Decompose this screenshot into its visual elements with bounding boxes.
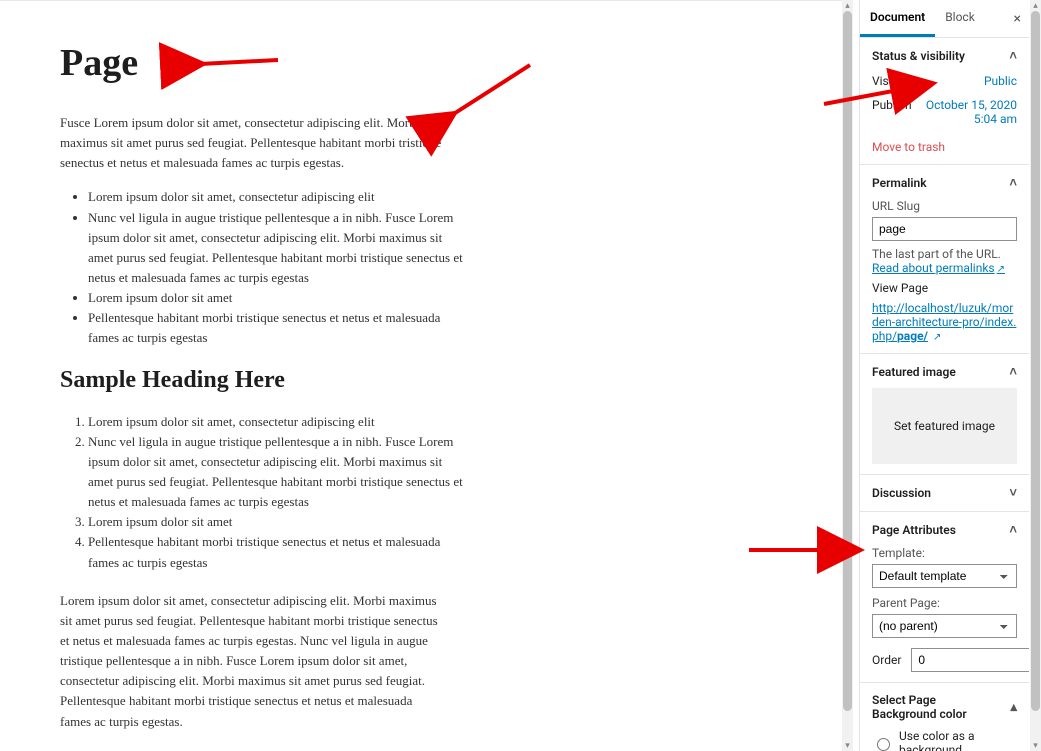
scroll-up-icon[interactable]: ▴: [842, 0, 853, 11]
tab-document[interactable]: Document: [860, 0, 935, 37]
numbered-list[interactable]: Lorem ipsum dolor sit amet, consectetur …: [60, 412, 510, 573]
settings-sidebar: Document Block × Status & visibility ˄ V…: [859, 0, 1029, 751]
visibility-value[interactable]: Public: [984, 74, 1017, 88]
panel-title: Permalink: [872, 176, 927, 190]
tab-block[interactable]: Block: [935, 0, 985, 37]
editor-canvas: Page Fusce Lorem ipsum dolor sit amet, c…: [0, 0, 853, 751]
editor-scrollbar[interactable]: ▴ ▾: [842, 0, 853, 751]
set-featured-image-button[interactable]: Set featured image: [872, 388, 1017, 464]
list-item[interactable]: Lorem ipsum dolor sit amet: [88, 288, 463, 308]
permalink-help: The last part of the URL. Read about per…: [872, 247, 1017, 275]
panel-toggle-bgcolor[interactable]: Select Page Background color ▴: [872, 693, 1017, 721]
page-title[interactable]: Page: [60, 41, 510, 85]
scroll-down-icon[interactable]: ▾: [842, 740, 853, 751]
bullet-list[interactable]: Lorem ipsum dolor sit amet, consectetur …: [60, 187, 510, 348]
chevron-up-icon: ˄: [1009, 175, 1017, 191]
page-content[interactable]: Page Fusce Lorem ipsum dolor sit amet, c…: [60, 41, 510, 751]
panel-title: Status & visibility: [872, 49, 965, 63]
sidebar-tabs: Document Block ×: [860, 0, 1029, 38]
sidebar-scrollbar[interactable]: ▴ ▾: [1030, 0, 1041, 751]
triangle-up-icon: ▴: [1010, 700, 1017, 715]
panel-featured-image: Featured image ˄ Set featured image: [860, 354, 1029, 475]
order-input[interactable]: [911, 648, 1029, 672]
paragraph[interactable]: Full Fusce Lorem ipsum dolor sit amet, c…: [60, 746, 445, 751]
sample-heading[interactable]: Sample Heading Here: [60, 367, 510, 394]
url-slug-input[interactable]: [872, 217, 1017, 241]
close-icon[interactable]: ×: [1014, 11, 1021, 27]
parent-page-label: Parent Page:: [872, 596, 1017, 610]
scroll-thumb[interactable]: [1031, 11, 1040, 711]
url-slug-label: URL Slug: [872, 199, 1017, 213]
chevron-up-icon: ˄: [1009, 522, 1017, 538]
scroll-thumb[interactable]: [843, 11, 852, 711]
read-about-permalinks-link[interactable]: Read about permalinks: [872, 261, 1005, 275]
panel-page-attributes: Page Attributes ˄ Template: Default temp…: [860, 512, 1029, 683]
template-select[interactable]: Default template: [872, 564, 1017, 588]
template-label: Template:: [872, 546, 1017, 560]
panel-toggle-attributes[interactable]: Page Attributes ˄: [872, 522, 1017, 538]
panel-status: Status & visibility ˄ Visibility Public …: [860, 38, 1029, 165]
publish-label: Publish: [872, 98, 912, 126]
panel-title: Featured image: [872, 365, 956, 379]
panel-discussion: Discussion ˅: [860, 475, 1029, 512]
intro-paragraph[interactable]: Fusce Lorem ipsum dolor sit amet, consec…: [60, 113, 445, 173]
parent-page-select[interactable]: (no parent): [872, 614, 1017, 638]
paragraph[interactable]: Lorem ipsum dolor sit amet, consectetur …: [60, 591, 445, 732]
publish-date[interactable]: October 15, 2020 5:04 am: [912, 98, 1017, 126]
use-color-radio[interactable]: [877, 738, 890, 751]
scroll-up-icon[interactable]: ▴: [1030, 0, 1041, 11]
panel-toggle-status[interactable]: Status & visibility ˄: [872, 48, 1017, 64]
panel-toggle-discussion[interactable]: Discussion ˅: [872, 485, 1017, 501]
list-item[interactable]: Lorem ipsum dolor sit amet, consectetur …: [88, 187, 463, 207]
list-item[interactable]: Pellentesque habitant morbi tristique se…: [88, 532, 463, 572]
chevron-down-icon: ˅: [1009, 485, 1017, 501]
panel-title: Discussion: [872, 486, 931, 500]
list-item[interactable]: Pellentesque habitant morbi tristique se…: [88, 308, 463, 348]
external-link-icon: [931, 329, 941, 343]
panel-title: Select Page Background color: [872, 693, 992, 721]
scroll-down-icon[interactable]: ▾: [1030, 740, 1041, 751]
move-to-trash[interactable]: Move to trash: [872, 140, 1017, 154]
panel-toggle-featured[interactable]: Featured image ˄: [872, 364, 1017, 380]
list-item[interactable]: Nunc vel ligula in augue tristique pelle…: [88, 208, 463, 289]
panel-background-color: Select Page Background color ▴ Use color…: [860, 683, 1029, 751]
use-color-label: Use color as a background.: [899, 729, 1017, 751]
panel-toggle-permalink[interactable]: Permalink ˄: [872, 175, 1017, 191]
view-page-label: View Page: [872, 281, 1017, 295]
list-item[interactable]: Nunc vel ligula in augue tristique pelle…: [88, 432, 463, 513]
panel-title: Page Attributes: [872, 523, 956, 537]
order-label: Order: [872, 653, 901, 667]
visibility-label: Visibility: [872, 74, 917, 88]
list-item[interactable]: Lorem ipsum dolor sit amet, consectetur …: [88, 412, 463, 432]
permalink-url[interactable]: http://localhost/luzuk/morden-architectu…: [872, 301, 1016, 343]
chevron-up-icon: ˄: [1009, 364, 1017, 380]
chevron-up-icon: ˄: [1009, 48, 1017, 64]
panel-permalink: Permalink ˄ URL Slug The last part of th…: [860, 165, 1029, 354]
list-item[interactable]: Lorem ipsum dolor sit amet: [88, 512, 463, 532]
